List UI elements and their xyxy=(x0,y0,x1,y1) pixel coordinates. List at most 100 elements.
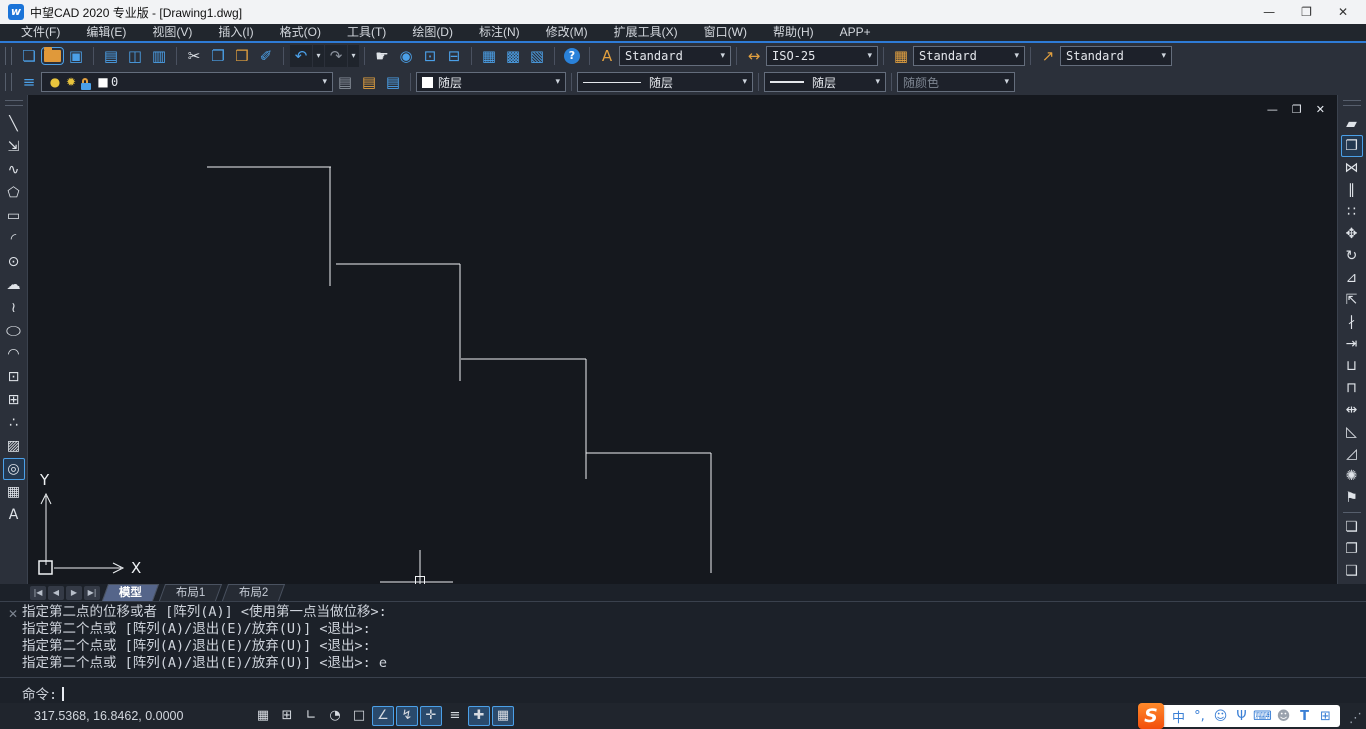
ellipse-arc-button[interactable]: ◠ xyxy=(3,343,25,365)
table-button[interactable]: ▦ xyxy=(3,481,25,503)
properties-palette-button[interactable]: ▦ xyxy=(478,45,500,67)
polar-toggle[interactable]: ◔ xyxy=(324,706,346,726)
ime-account-icon[interactable]: ☻ xyxy=(1273,709,1294,724)
text-style-combo[interactable]: Standard ▾ xyxy=(619,46,731,66)
erase-button[interactable]: ▰ xyxy=(1341,113,1363,135)
dimension-style-combo[interactable]: ISO-25 ▾ xyxy=(766,46,878,66)
ime-emoji-icon[interactable]: ☺ xyxy=(1210,709,1231,724)
break-button[interactable]: ⊓ xyxy=(1341,377,1363,399)
ime-punctuation-icon[interactable]: °, xyxy=(1189,709,1210,724)
extend-button[interactable]: ⇥ xyxy=(1341,333,1363,355)
tab-prev-button[interactable]: ◀ xyxy=(48,586,64,600)
window-minimize-button[interactable]: — xyxy=(1263,5,1275,19)
menu-app-plus[interactable]: APP+ xyxy=(827,24,884,41)
format-painter-button[interactable]: ✐ xyxy=(255,45,277,67)
zoom-realtime-button[interactable]: ◉ xyxy=(395,45,417,67)
layer-freeze-icon[interactable]: ✹ xyxy=(63,75,79,89)
dynamic-ucs-toggle[interactable]: ✚ xyxy=(468,706,490,726)
spline-button[interactable]: ≀ xyxy=(3,297,25,319)
menu-dimension[interactable]: 标注(N) xyxy=(466,24,533,41)
paste-button[interactable]: ❒ xyxy=(231,45,253,67)
layer-combo[interactable]: ●✹■ 0 ▾ xyxy=(41,72,333,92)
annotation-scale-toggle[interactable]: ▦ xyxy=(492,706,514,726)
move-button[interactable]: ✥ xyxy=(1341,223,1363,245)
otrack-toggle[interactable]: ↯ xyxy=(396,706,418,726)
design-center-button[interactable]: ▩ xyxy=(502,45,524,67)
explode-button[interactable]: ✺ xyxy=(1341,465,1363,487)
layer-lock-icon[interactable] xyxy=(81,83,91,90)
resize-grip-icon[interactable]: ⋰ xyxy=(1349,711,1362,726)
ime-skin-icon[interactable]: T xyxy=(1294,709,1315,724)
print-button[interactable]: ▤ xyxy=(100,45,122,67)
window-restore-button[interactable]: ❐ xyxy=(1301,5,1312,19)
rotate-button[interactable]: ↻ xyxy=(1341,245,1363,267)
toolbar-grip[interactable] xyxy=(5,73,12,91)
grid-toggle[interactable]: ⊞ xyxy=(276,706,298,726)
color-combo[interactable]: 随层 ▾ xyxy=(416,72,566,92)
undo-dropdown-caret[interactable]: ▾ xyxy=(313,45,324,67)
offset-button[interactable]: ∥ xyxy=(1341,179,1363,201)
document-restore-button[interactable]: ❐ xyxy=(1292,103,1302,116)
command-close-icon[interactable]: ✕ xyxy=(8,607,18,621)
toolbar-grip[interactable] xyxy=(5,100,23,106)
chamfer-button[interactable]: ◺ xyxy=(1341,421,1363,443)
rectangle-button[interactable]: ▭ xyxy=(3,205,25,227)
zoom-previous-button[interactable]: ⊟ xyxy=(443,45,465,67)
sogou-logo-icon[interactable]: S xyxy=(1138,703,1164,729)
polyline-button[interactable]: ∿ xyxy=(3,159,25,181)
draw-order-under-button[interactable]: ❑ xyxy=(1341,560,1363,582)
lineweight-combo[interactable]: 随层 ▾ xyxy=(764,72,886,92)
document-close-button[interactable]: ✕ xyxy=(1316,103,1325,116)
ortho-toggle[interactable]: ∟ xyxy=(300,706,322,726)
help-button[interactable]: ? xyxy=(564,48,580,64)
mirror-button[interactable]: ⋈ xyxy=(1341,157,1363,179)
open-file-button[interactable] xyxy=(44,50,61,62)
make-object-layer-current-button[interactable]: ▤ xyxy=(358,71,380,93)
menu-modify[interactable]: 修改(M) xyxy=(533,24,601,41)
snap-toggle[interactable]: ▦ xyxy=(252,706,274,726)
tab-model[interactable]: 模型 xyxy=(102,584,159,601)
new-file-button[interactable]: ❏ xyxy=(18,45,40,67)
ime-toolbox-icon[interactable]: ⊞ xyxy=(1315,709,1336,724)
redo-button[interactable]: ↷ xyxy=(325,45,347,67)
join-button[interactable]: ⇹ xyxy=(1341,399,1363,421)
layer-states-button[interactable]: ▤ xyxy=(334,71,356,93)
table-style-combo[interactable]: Standard ▾ xyxy=(913,46,1025,66)
insert-block-button[interactable]: ⊡ xyxy=(3,366,25,388)
tab-last-button[interactable]: ▶| xyxy=(84,586,100,600)
break-at-point-button[interactable]: ⊔ xyxy=(1341,355,1363,377)
layer-manager-button[interactable]: ≡ xyxy=(18,71,40,93)
save-button[interactable]: ▣ xyxy=(65,45,87,67)
block-editor-button[interactable]: ⚑ xyxy=(1341,487,1363,509)
tab-first-button[interactable]: |◀ xyxy=(30,586,46,600)
menu-draw[interactable]: 绘图(D) xyxy=(399,24,466,41)
plot-button[interactable]: ▥ xyxy=(148,45,170,67)
layer-on-icon[interactable]: ● xyxy=(47,75,63,89)
make-block-button[interactable]: ⊞ xyxy=(3,389,25,411)
mtext-button[interactable]: A xyxy=(3,504,25,526)
tool-palettes-button[interactable]: ▧ xyxy=(526,45,548,67)
print-preview-button[interactable]: ◫ xyxy=(124,45,146,67)
drawing-area[interactable]: YX — ❐ ✕ xyxy=(28,95,1337,584)
toolbar-grip[interactable] xyxy=(5,47,12,65)
menu-view[interactable]: 视图(V) xyxy=(139,24,205,41)
zoom-window-button[interactable]: ⊡ xyxy=(419,45,441,67)
tab-layout1[interactable]: 布局1 xyxy=(159,584,223,601)
polygon-button[interactable]: ⬠ xyxy=(3,182,25,204)
pan-button[interactable]: ☛ xyxy=(371,45,393,67)
menu-express-tools[interactable]: 扩展工具(X) xyxy=(601,24,691,41)
osnap-marker-toggle[interactable]: □ xyxy=(348,706,370,726)
draw-order-back-button[interactable]: ❐ xyxy=(1341,538,1363,560)
copy-button[interactable]: ❐ xyxy=(207,45,229,67)
menu-insert[interactable]: 插入(I) xyxy=(205,24,266,41)
ime-lang-icon[interactable]: 中 xyxy=(1168,707,1189,726)
dynamic-input-toggle[interactable]: ✛ xyxy=(420,706,442,726)
lineweight-toggle[interactable]: ≡ xyxy=(444,706,466,726)
copy-button[interactable]: ❐ xyxy=(1341,135,1363,157)
hatch-button[interactable]: ▨ xyxy=(3,435,25,457)
circle-button[interactable]: ⊙ xyxy=(3,251,25,273)
line-button[interactable]: ╲ xyxy=(3,113,25,135)
point-button[interactable]: ∴ xyxy=(3,412,25,434)
menu-window[interactable]: 窗口(W) xyxy=(691,24,760,41)
stretch-button[interactable]: ⇱ xyxy=(1341,289,1363,311)
